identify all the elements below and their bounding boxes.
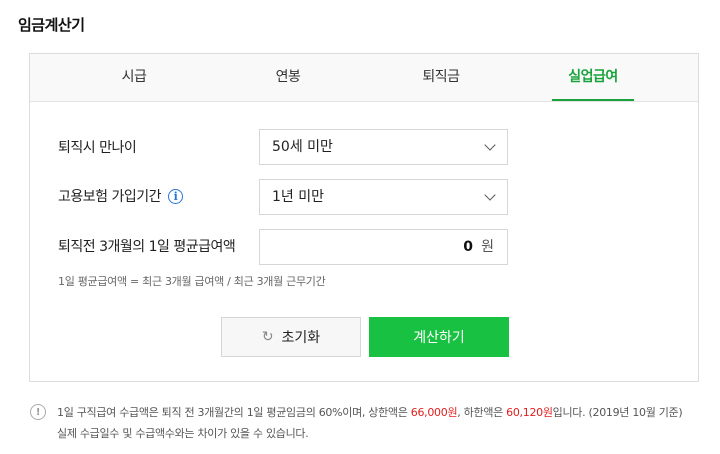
reset-button[interactable]: ↻ 초기화: [221, 317, 361, 357]
page-title: 임금계산기: [18, 16, 85, 34]
chevron-down-icon: [484, 139, 496, 151]
won-unit: 원: [481, 239, 494, 255]
tab-severance[interactable]: 퇴직금: [397, 54, 485, 101]
exclamation-icon: !: [30, 404, 46, 420]
age-label: 퇴직시 만나이: [58, 140, 137, 156]
notice: ! 1일 구직급여 수급액은 퇴직 전 3개월간의 1일 평균임금의 60%이며…: [30, 402, 695, 444]
calculator-card: 시급 연봉 퇴직금 실업급여 퇴직시 만나이 50세 미만 고용보험 가입기간 …: [29, 53, 699, 382]
insurance-select-value: 1년 미만: [272, 189, 324, 205]
tab-hourly[interactable]: 시급: [90, 54, 178, 101]
tab-bar: 시급 연봉 퇴직금 실업급여: [30, 54, 698, 102]
avg-wage-label: 퇴직전 3개월의 1일 평균급여액: [58, 239, 236, 255]
upper-limit-amount: 66,000원: [410, 406, 458, 419]
calculate-label: 계산하기: [413, 330, 465, 346]
notice-text-part: , 하한액은: [457, 406, 507, 419]
avg-wage-input[interactable]: 0 원: [259, 229, 508, 265]
age-select-value: 50세 미만: [272, 139, 333, 155]
info-icon[interactable]: i: [168, 188, 183, 204]
calculate-button[interactable]: 계산하기: [369, 317, 509, 357]
notice-text-part: 1일 구직급여 수급액은 퇴직 전 3개월간의 1일 평균임금의 60%이며, …: [57, 406, 411, 419]
formula-hint: 1일 평균급여액 = 최근 3개월 급여액 / 최근 3개월 근무기간: [58, 275, 326, 288]
lower-limit-amount: 60,120원: [506, 406, 553, 419]
insurance-label-row: 고용보험 가입기간 i: [58, 186, 183, 206]
tab-unemployment[interactable]: 실업급여: [548, 54, 638, 101]
tab-annual-salary[interactable]: 연봉: [244, 54, 332, 101]
insurance-label: 고용보험 가입기간: [58, 189, 162, 205]
chevron-down-icon: [484, 189, 496, 201]
insurance-period-select[interactable]: 1년 미만: [259, 179, 508, 215]
avg-wage-value: 0: [463, 239, 473, 255]
age-select[interactable]: 50세 미만: [259, 129, 508, 165]
notice-text: 1일 구직급여 수급액은 퇴직 전 3개월간의 1일 평균임금의 60%이며, …: [30, 402, 695, 444]
reset-label: 초기화: [281, 330, 321, 346]
refresh-icon: ↻: [261, 329, 274, 345]
